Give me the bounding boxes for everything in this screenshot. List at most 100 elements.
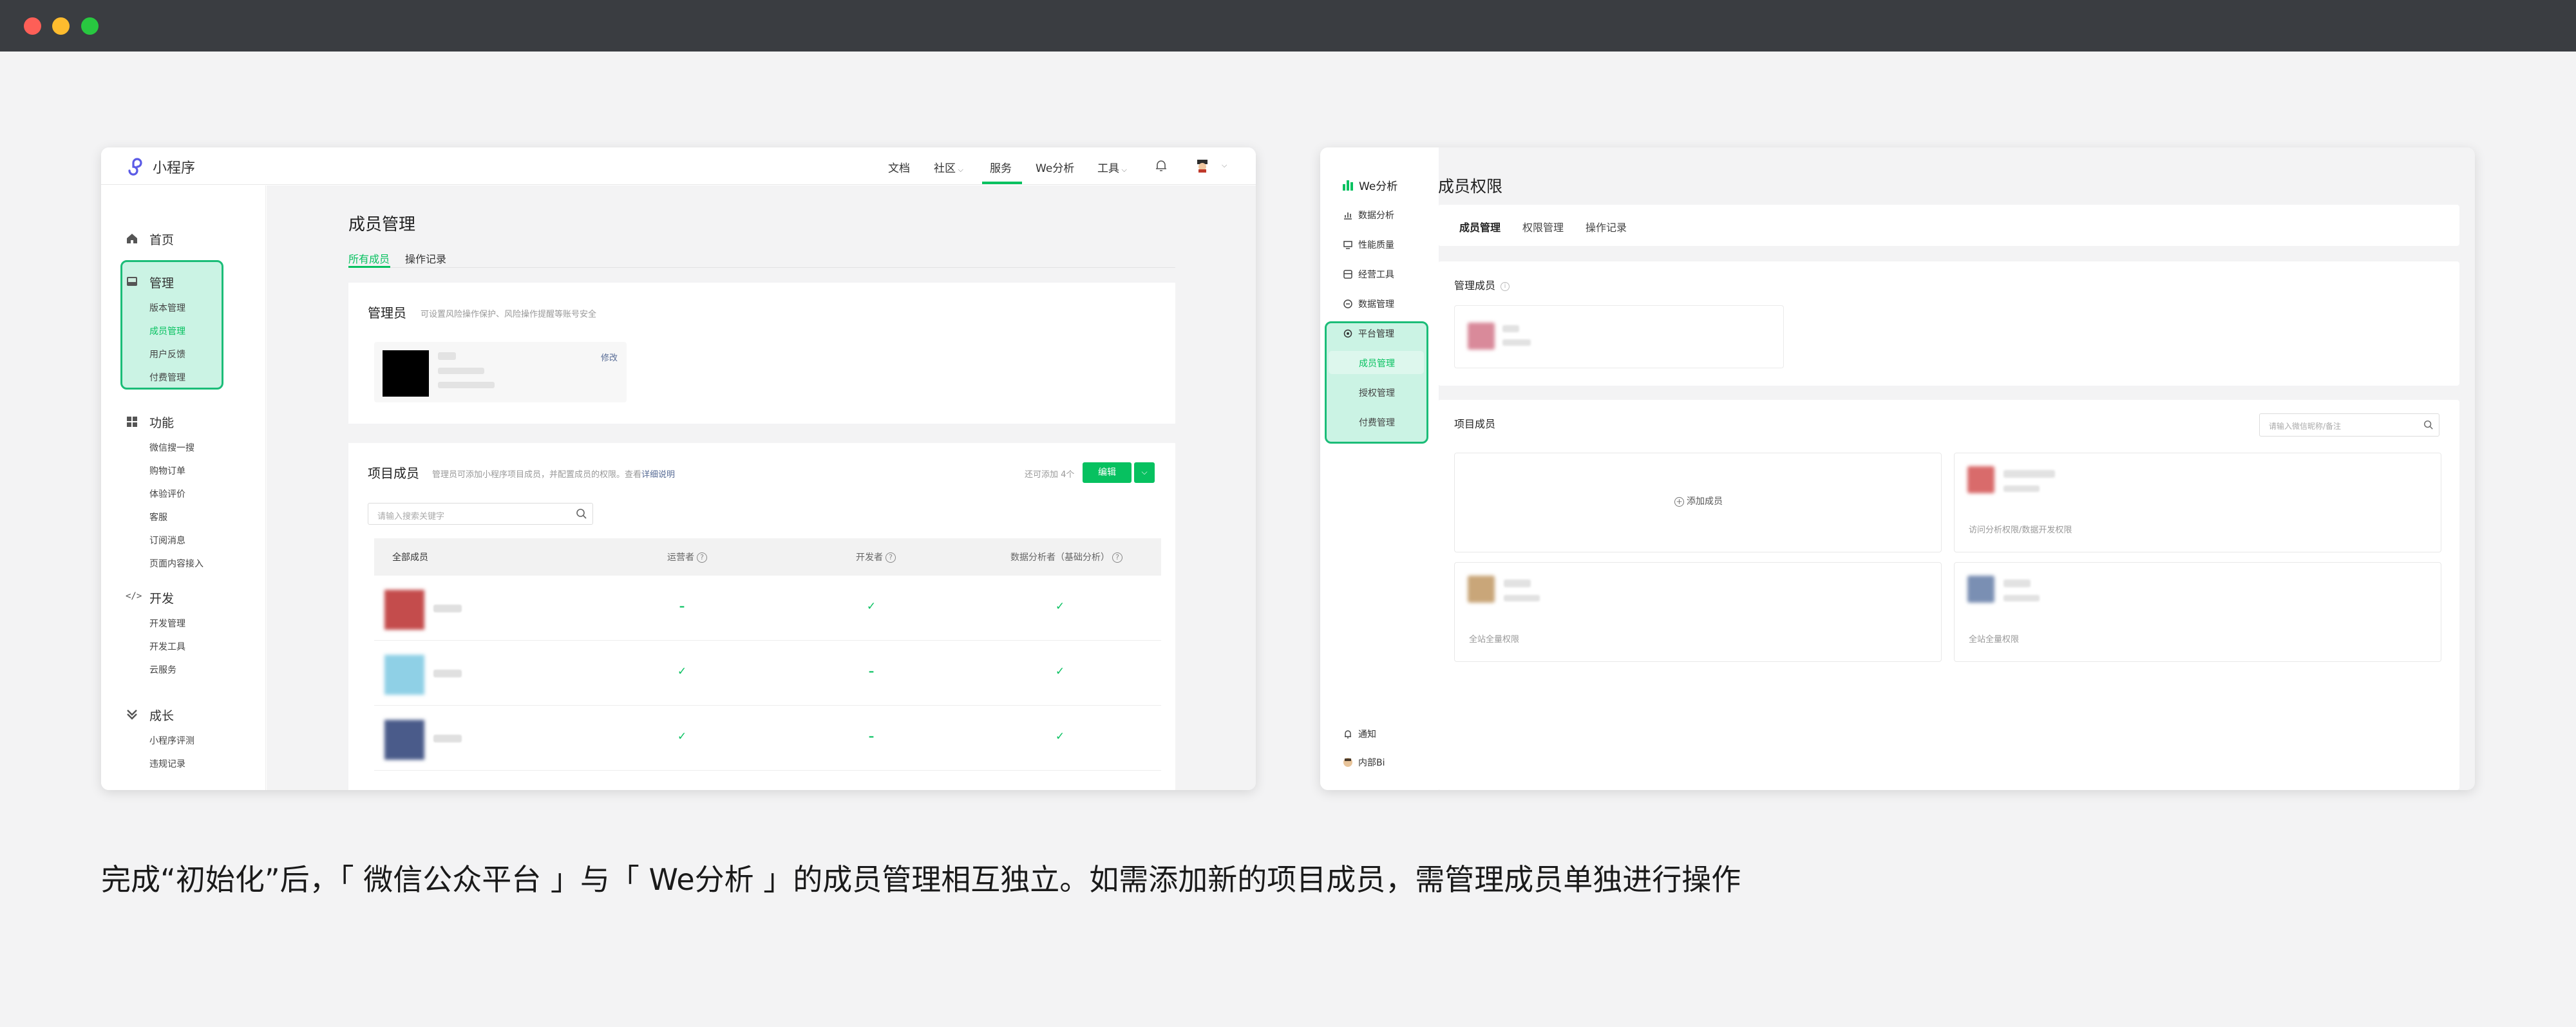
tab-active-indicator: [348, 266, 390, 268]
sidebar-item-orders[interactable]: 购物订单: [149, 464, 185, 477]
project-desc: 管理员可添加小程序项目成员，并配置成员的权限。查看详细说明: [432, 467, 675, 480]
edit-button[interactable]: 编辑: [1083, 462, 1132, 483]
avatar[interactable]: [1195, 158, 1210, 173]
caption-text: 完成“初始化”后，「 微信公众平台 」与「 We分析 」的成员管理相互独立。如需…: [101, 862, 1741, 897]
bell-icon: [1345, 730, 1351, 739]
sidebar-item-feedback[interactable]: 用户反馈: [149, 348, 185, 361]
sidebar-item-data-analysis[interactable]: 数据分析: [1358, 209, 1394, 221]
add-member-card[interactable]: + 添加成员: [1454, 453, 1942, 552]
cell-operator: –: [679, 600, 685, 613]
grid-icon: [127, 417, 137, 427]
search-icon[interactable]: [576, 508, 587, 520]
sidebar-item-auth-manage[interactable]: 授权管理: [1329, 386, 1425, 399]
sidebar-item-page-content[interactable]: 页面内容接入: [149, 557, 204, 570]
member-card[interactable]: 全站全量权限: [1454, 562, 1942, 662]
member-permission: 访问分析权限/数据开发权限: [1969, 525, 2072, 535]
nav-services[interactable]: 服务: [990, 159, 1012, 175]
project-members-card: 项目成员 管理员可添加小程序项目成员，并配置成员的权限。查看详细说明 还可添加 …: [348, 443, 1175, 790]
table-row: – ✓ ✓: [374, 576, 1161, 641]
help-icon[interactable]: ?: [1112, 552, 1122, 563]
admin-edit-link[interactable]: 修改: [601, 351, 618, 363]
search-placeholder: 请输入微信昵称/备注: [2269, 422, 2342, 431]
sidebar-item-notifications[interactable]: 通知: [1358, 728, 1376, 740]
bell-icon[interactable]: [1153, 158, 1169, 173]
dropdown-chevron-icon[interactable]: ⌵: [1134, 462, 1155, 483]
nav-tools[interactable]: 工具 ⌵: [1097, 159, 1127, 175]
member-search-input[interactable]: 请输入微信昵称/备注: [2259, 413, 2439, 437]
member-avatar: [384, 720, 424, 760]
sidebar-section-features[interactable]: 功能: [149, 413, 174, 431]
tab-all-members[interactable]: 所有成员: [348, 250, 390, 266]
sidebar-item-internal-bi[interactable]: 内部Bi: [1358, 756, 1385, 769]
tab-permission-manage[interactable]: 权限管理: [1522, 219, 1564, 234]
admin-desc: 可设置风险操作保护、风险操作提醒等账号安全: [421, 310, 597, 319]
cell-data-analyst: ✓: [1055, 665, 1065, 678]
tab-member-manage[interactable]: 成员管理: [1459, 219, 1501, 234]
sidebar-item-data-manage[interactable]: 数据管理: [1358, 297, 1394, 310]
sidebar-section-manage[interactable]: 管理: [149, 274, 174, 291]
minimize-window-button[interactable]: [52, 17, 70, 35]
help-icon[interactable]: ?: [697, 552, 707, 563]
member-card[interactable]: 全站全量权限: [1954, 562, 2441, 662]
sidebar-item-search[interactable]: 微信搜一搜: [149, 441, 194, 454]
member-search-input[interactable]: 请输入搜索关键字: [368, 503, 593, 525]
sidebar-item-violations[interactable]: 违规记录: [149, 757, 185, 770]
nav-tools-label: 工具: [1097, 162, 1119, 175]
help-icon[interactable]: ?: [886, 552, 896, 563]
cell-developer: ✓: [866, 600, 876, 613]
admin-members-label: 管理成员: [1454, 279, 1496, 292]
col-all-members[interactable]: 全部成员: [392, 551, 428, 563]
tab-operation-log[interactable]: 操作记录: [1586, 219, 1627, 234]
sidebar-item-pay-manage[interactable]: 付费管理: [1329, 416, 1425, 429]
admin-member-card: [1454, 305, 1784, 368]
chevron-down-icon: ⌵: [1119, 165, 1127, 174]
sidebar-item-subscribe[interactable]: 订阅消息: [149, 534, 185, 547]
sidebar-item-dev-manage[interactable]: 开发管理: [149, 617, 185, 630]
sidebar: 首页 管理 版本管理 成员管理 用户反馈 付费管理 功能 微信搜一搜 购物订单 …: [101, 185, 266, 790]
sidebar-item-service[interactable]: 客服: [149, 511, 167, 523]
col-operator-label: 运营者: [667, 552, 694, 563]
table-row: ✓ – ✓: [374, 641, 1161, 706]
sidebar-item-performance[interactable]: 性能质量: [1358, 238, 1394, 251]
nav-docs[interactable]: 文档: [888, 159, 910, 175]
col-data-analyst-label: 数据分析者（基础分析）: [1010, 552, 1110, 563]
nav-we-analytics[interactable]: We分析: [1036, 159, 1074, 175]
sidebar-item-dev-tools[interactable]: 开发工具: [149, 640, 185, 653]
nav-community[interactable]: 社区 ⌵: [934, 159, 963, 175]
nav-active-indicator: [982, 182, 1022, 184]
code-icon: </>: [126, 591, 142, 601]
sidebar-item-version[interactable]: 版本管理: [149, 301, 185, 314]
add-member-button[interactable]: + 添加成员: [1455, 495, 1942, 507]
sidebar-item-reviews[interactable]: 体验评价: [149, 487, 185, 500]
monitor-icon: [1343, 241, 1352, 249]
tab-operation-log[interactable]: 操作记录: [405, 250, 446, 266]
sidebar-item-cloud[interactable]: 云服务: [149, 663, 176, 676]
admin-card: 管理员 可设置风险操作保护、风险操作提醒等账号安全 修改: [348, 283, 1175, 424]
sidebar-item-business-tools[interactable]: 经营工具: [1358, 268, 1394, 281]
sidebar-section-dev[interactable]: 开发: [149, 589, 174, 607]
admin-title: 管理员: [368, 305, 406, 321]
sidebar-item-members[interactable]: 成员管理: [149, 325, 185, 337]
member-avatar: [1967, 576, 1994, 603]
sidebar-section-platform[interactable]: 平台管理: [1358, 327, 1394, 340]
sidebar-item-member-manage[interactable]: 成员管理: [1329, 357, 1425, 370]
close-window-button[interactable]: [24, 17, 41, 35]
sidebar-item-home[interactable]: 首页: [149, 231, 174, 248]
chevron-down-icon[interactable]: ⌵: [1222, 161, 1227, 170]
member-info-blur: [2003, 595, 2040, 601]
tabs-divider: [348, 267, 1175, 268]
member-card[interactable]: 访问分析权限/数据开发权限: [1954, 453, 2441, 552]
col-data-analyst: 数据分析者（基础分析）?: [1010, 551, 1122, 563]
sidebar-item-payment[interactable]: 付费管理: [149, 371, 185, 384]
maximize-window-button[interactable]: [81, 17, 99, 35]
search-icon[interactable]: [2423, 420, 2434, 430]
project-members-title: 项目成员: [1454, 418, 1496, 430]
sidebar-section-growth[interactable]: 成长: [149, 706, 174, 724]
nav-community-label: 社区: [934, 162, 956, 175]
info-icon[interactable]: i: [1501, 281, 1510, 291]
cell-operator: ✓: [677, 665, 687, 678]
details-link[interactable]: 详细说明: [641, 470, 675, 480]
growth-chevron-icon: [127, 710, 137, 720]
sidebar-item-evaluation[interactable]: 小程序评测: [149, 734, 194, 747]
we-analytics-screenshot: We分析 数据分析 性能质量 经营工具 数据管理 平台管理 成员管理 授权管理 …: [1320, 147, 2475, 790]
